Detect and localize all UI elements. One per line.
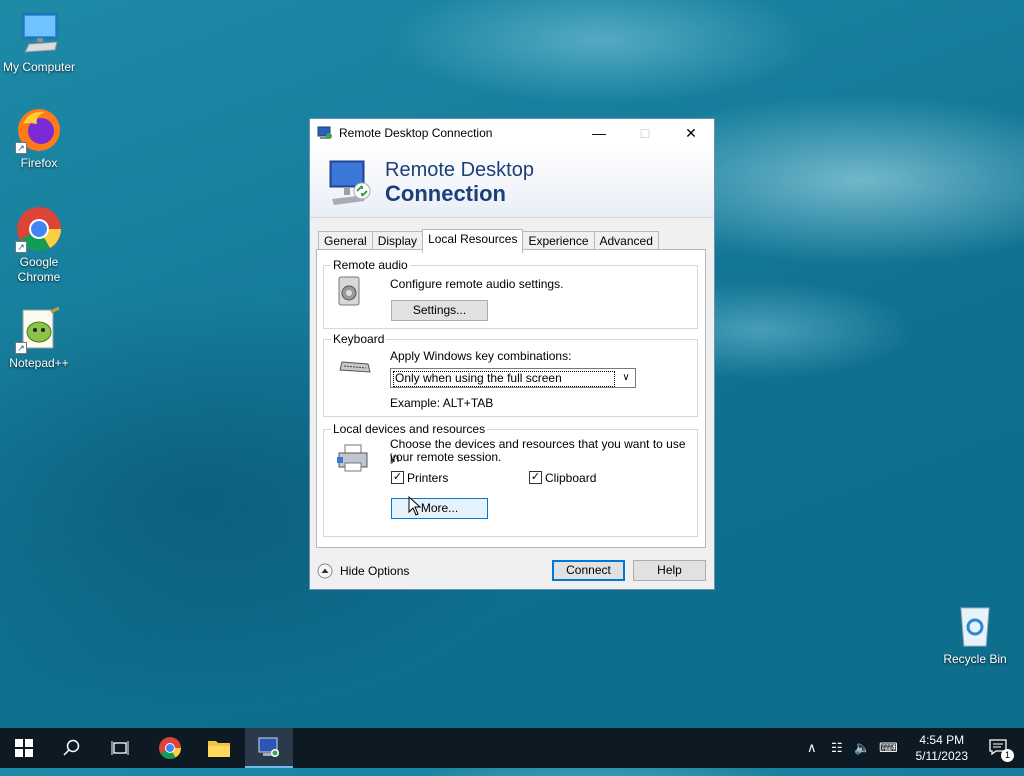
- local-resources-panel: Remote audio Configure remote audio sett…: [316, 249, 706, 548]
- search-button[interactable]: [48, 728, 96, 768]
- desktop-icon-my-computer[interactable]: My Computer: [1, 10, 77, 75]
- select-value: Only when using the full screen: [393, 371, 615, 387]
- desktop-icon-label: Google Chrome: [17, 255, 61, 284]
- banner-title-line1: Remote Desktop: [385, 159, 534, 181]
- taskbar-remote-desktop[interactable]: [245, 728, 293, 768]
- banner-title-line2: Connection: [385, 181, 506, 206]
- minimize-button[interactable]: —: [576, 119, 622, 147]
- maximize-button[interactable]: □: [622, 119, 668, 147]
- task-view-button[interactable]: [96, 728, 144, 768]
- printers-checkbox[interactable]: ✓: [391, 471, 404, 484]
- connect-button[interactable]: Connect: [552, 560, 625, 581]
- keyboard-group: Keyboard Apply Windows key combinations:…: [323, 332, 698, 417]
- local-devices-description-line2: your remote session.: [390, 450, 502, 464]
- clipboard-label[interactable]: Clipboard: [545, 471, 596, 485]
- windows-logo-icon: [15, 739, 33, 757]
- more-button[interactable]: More...: [391, 498, 488, 519]
- speaker-icon: [335, 275, 365, 307]
- shortcut-arrow-icon: ↗: [15, 241, 27, 253]
- taskbar-file-explorer[interactable]: [195, 728, 243, 768]
- taskbar: ∧ ☷ 🔈 ⌨ 4:54 PM 5/11/2023 1: [0, 728, 1024, 768]
- task-view-icon: [111, 741, 129, 755]
- shortcut-arrow-icon: ↗: [15, 342, 27, 354]
- local-devices-label: Local devices and resources: [331, 422, 488, 436]
- start-button[interactable]: [0, 728, 48, 768]
- clipboard-checkbox[interactable]: ✓: [529, 471, 542, 484]
- chrome-icon: [159, 737, 181, 759]
- desktop-icon-chrome[interactable]: ↗ Google Chrome: [1, 205, 77, 285]
- desktop-icon-label: My Computer: [2, 60, 76, 74]
- printers-label[interactable]: Printers: [407, 471, 448, 485]
- desktop-icon-notepadpp[interactable]: ↗ Notepad++: [1, 306, 77, 371]
- tab-local-resources[interactable]: Local Resources: [422, 229, 524, 253]
- hide-options-toggle[interactable]: Hide Options: [317, 562, 409, 580]
- shortcut-arrow-icon: ↗: [15, 142, 27, 154]
- folder-icon: [208, 741, 230, 757]
- desktop-icon-label: Recycle Bin: [943, 652, 1007, 666]
- chevron-down-icon[interactable]: ∨: [617, 369, 635, 387]
- chrome-icon: ↗: [15, 205, 63, 253]
- keyboard-label: Keyboard: [331, 332, 387, 346]
- window-title: Remote Desktop Connection: [339, 126, 493, 140]
- notification-count-badge: 1: [1001, 749, 1014, 762]
- remote-audio-description: Configure remote audio settings.: [390, 277, 564, 291]
- printer-icon: [335, 443, 371, 473]
- windows-key-combination-select[interactable]: Only when using the full screen ∨: [390, 368, 636, 388]
- desktop-icon-label: Notepad++: [9, 356, 69, 370]
- notification-center-button[interactable]: 1: [988, 738, 1014, 762]
- local-devices-group: Local devices and resources Choose the d…: [323, 422, 698, 537]
- rdc-app-icon: [258, 737, 279, 757]
- search-icon: [63, 739, 80, 756]
- taskbar-clock[interactable]: 4:54 PM 5/11/2023: [916, 732, 969, 764]
- rdc-banner-icon: [324, 155, 376, 207]
- mouse-cursor: [408, 495, 422, 516]
- clock-date: 5/11/2023: [915, 749, 969, 763]
- hide-options-label: Hide Options: [340, 564, 410, 578]
- clock-time: 4:54 PM: [919, 733, 965, 747]
- chevron-up-circle-icon: [317, 563, 333, 579]
- volume-icon[interactable]: 🔈: [854, 728, 870, 768]
- keyboard-icon: [338, 358, 372, 378]
- keyboard-example: Example: ALT+TAB: [390, 396, 494, 410]
- notepadpp-icon: ↗: [15, 306, 63, 354]
- remote-audio-group: Remote audio Configure remote audio sett…: [323, 258, 698, 329]
- rdc-app-icon: [317, 125, 333, 141]
- tab-strip: General Display Local Resources Experien…: [318, 229, 659, 253]
- recycle-bin-icon: [951, 602, 999, 650]
- desktop-icon-firefox[interactable]: ↗ Firefox: [1, 106, 77, 171]
- desktop-icon-label: Firefox: [20, 156, 58, 170]
- keyboard-description: Apply Windows key combinations:: [390, 349, 572, 363]
- network-icon[interactable]: ☷: [831, 728, 843, 768]
- audio-settings-button[interactable]: Settings...: [391, 300, 488, 321]
- keyboard-layout-icon[interactable]: ⌨: [879, 728, 898, 768]
- remote-audio-label: Remote audio: [331, 258, 410, 272]
- taskbar-chrome[interactable]: [146, 728, 194, 768]
- title-bar[interactable]: Remote Desktop Connection — □ ✕: [310, 119, 714, 147]
- firefox-icon: ↗: [15, 106, 63, 154]
- dialog-banner: Remote Desktop Connection: [310, 147, 714, 218]
- computer-icon: [15, 10, 63, 58]
- close-button[interactable]: ✕: [668, 119, 714, 147]
- desktop-icon-recycle-bin[interactable]: Recycle Bin: [937, 602, 1013, 667]
- help-button[interactable]: Help: [633, 560, 706, 581]
- show-hidden-icons-button[interactable]: ∧: [807, 728, 817, 768]
- remote-desktop-dialog: Remote Desktop Connection — □ ✕ Remote D…: [309, 118, 715, 590]
